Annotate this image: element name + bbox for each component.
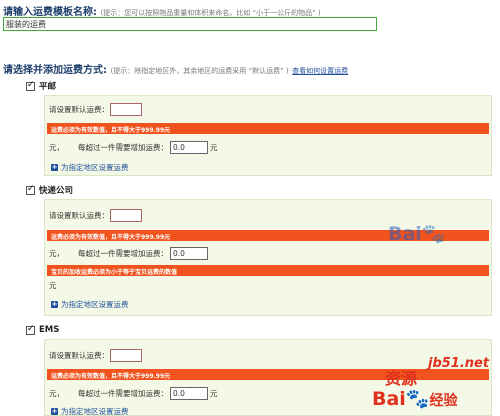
method-header-express[interactable]: 快递公司 [26,183,73,197]
method-checkbox-ems[interactable] [26,324,35,335]
default-fee-input[interactable] [110,209,142,222]
unit-label: 元， [49,389,64,398]
region-fee-link[interactable]: + 为指定地区设置运费 [51,299,129,310]
per-item-label: 每超过一件需要增加运费： [78,143,168,152]
how-to-set-link[interactable]: 查看如何设置运费 [292,67,348,75]
template-name-input[interactable]: 服装的运费 [3,17,377,31]
method-panel-express: 请设置默认运费： 运费必须为有效数值，且不得大于999.99元 元， 每超过一件… [44,199,492,316]
region-fee-link[interactable]: + 为指定地区设置运费 [51,406,129,416]
error-message: 运费必须为有效数值，且不得大于999.99元 [47,230,489,241]
region-fee-link-text: 为指定地区设置运费 [61,300,129,309]
per-item-row: 元， 每超过一件需要增加运费： 0.0 [49,247,210,260]
per-item-row: 元， 每超过一件需要增加运费： 0.0 元 [49,387,218,400]
per-item-input[interactable]: 0.0 [170,247,208,260]
per-item-row: 元， 每超过一件需要增加运费： 0.0 元 [49,141,218,154]
region-fee-link[interactable]: + 为指定地区设置运费 [51,162,129,173]
region-fee-link-text: 为指定地区设置运费 [61,163,129,172]
methods-title: 请选择并添加运费方式: [3,65,107,76]
unit-label: 元， [49,249,64,258]
unit-label: 元 [210,389,218,398]
per-item-input[interactable]: 0.0 [170,141,208,154]
error-message: 运费必须为有效数值，且不得大于999.99元 [47,123,489,134]
error-message: 运费必须为有效数值，且不得大于999.99元 [47,369,489,380]
default-fee-input[interactable] [110,349,142,362]
plus-icon: + [51,407,58,415]
template-name-hint: (提示：您可以按照物品重量和体积来命名。比如 “小于一公斤的物品” ) [100,9,321,17]
default-fee-label: 请设置默认运费： [49,105,109,114]
default-fee-input[interactable] [110,103,142,116]
default-fee-row: 请设置默认运费： [49,103,142,116]
method-panel-surface: 请设置默认运费： 运费必须为有效数值，且不得大于999.99元 元， 每超过一件… [44,95,492,176]
default-fee-row: 请设置默认运费： [49,349,142,362]
method-checkbox-surface[interactable] [26,80,35,91]
region-fee-link-text: 为指定地区设置运费 [61,407,129,416]
template-name-label: 请输入运费模板名称: (提示：您可以按照物品重量和体积来命名。比如 “小于一公斤… [3,3,321,18]
default-fee-row: 请设置默认运费： [49,209,142,222]
method-name: EMS [39,325,60,335]
method-name: 平邮 [39,82,57,92]
per-item-label: 每超过一件需要增加运费： [78,389,168,398]
unit-label: 元 [49,281,57,290]
method-header-surface[interactable]: 平邮 [26,79,56,93]
unit-label: 元， [49,143,64,152]
method-name: 快递公司 [39,186,74,196]
method-header-ems[interactable]: EMS [26,323,59,337]
unit-label: 元 [210,143,218,152]
default-fee-label: 请设置默认运费： [49,211,109,220]
default-fee-label: 请设置默认运费： [49,351,109,360]
unit-row: 元 [49,280,57,291]
method-checkbox-express[interactable] [26,184,35,195]
methods-hint: (提示：除指定地区外，其余地区的运费采用 “默认运费” ) [110,67,289,75]
plus-icon: + [51,300,58,308]
error-message-secondary: 宝贝的加收运费必须为小于等于宝贝运费的数值 [47,265,489,276]
methods-section-label: 请选择并添加运费方式: (提示：除指定地区外，其余地区的运费采用 “默认运费” … [3,61,348,76]
plus-icon: + [51,163,58,171]
method-panel-ems: 请设置默认运费： 运费必须为有效数值，且不得大于999.99元 元， 每超过一件… [44,339,492,416]
per-item-label: 每超过一件需要增加运费： [78,249,168,258]
per-item-input[interactable]: 0.0 [170,387,208,400]
